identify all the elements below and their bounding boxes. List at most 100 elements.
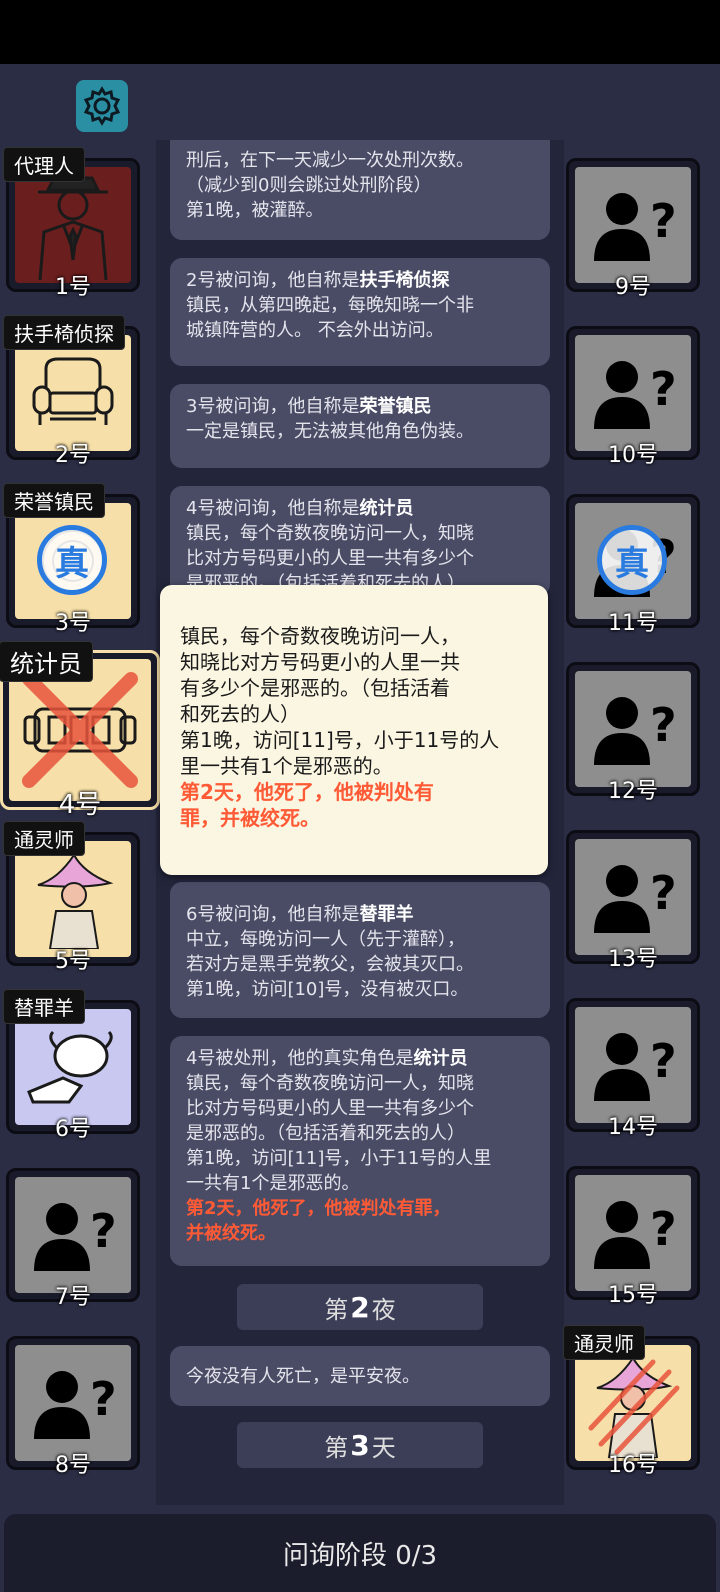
- popup-text: 里一共有1个是邪恶的。: [180, 754, 393, 778]
- svg-text:?: ?: [650, 362, 677, 416]
- log-entry: 6号被问询，他自称是替罪羊 中立，每晚访问一人（先于灌醉）， 若对方是黑手党教父…: [170, 882, 550, 1018]
- status-bar: [0, 0, 720, 64]
- player-card-1[interactable]: 代理人 1号: [3, 147, 140, 300]
- phase-label-text: 第: [324, 1295, 349, 1324]
- log-text: 若对方是黑手党教父，会被其灭口。: [186, 954, 474, 975]
- role-tag: 代理人: [3, 147, 85, 182]
- log-text: 镇民，从第四晚起，每晚知晓一个非: [186, 295, 474, 316]
- role-tag: 扶手椅侦探: [3, 315, 125, 350]
- log-text: 比对方号码更小的人里一共有多少个: [186, 548, 474, 569]
- player-card-9[interactable]: ? 9号: [566, 158, 700, 300]
- log-role: 扶手椅侦探: [359, 270, 450, 291]
- unknown-person-icon: ?: [575, 167, 691, 283]
- svg-text:?: ?: [650, 1034, 677, 1088]
- player-card-13[interactable]: ? 13号: [566, 830, 700, 972]
- player-number: 1号: [55, 275, 91, 300]
- log-text: 6号被问询，他自称是: [186, 904, 360, 925]
- phase-label-text: 夜: [371, 1295, 396, 1324]
- unknown-person-icon: ?: [575, 335, 691, 451]
- true-badge: 真: [597, 525, 667, 595]
- armchair-icon: [15, 335, 131, 451]
- log-text: 第1晚，访问[11]号，小于11号的人里: [186, 1148, 492, 1169]
- role-tag: 通灵师: [3, 821, 85, 856]
- log-text: 第1晚，访问[10]号，没有被灭口。: [186, 979, 469, 1000]
- svg-text:?: ?: [90, 1372, 117, 1426]
- true-badge: 真: [37, 525, 107, 595]
- log-death-text: 并被绞死。: [186, 1223, 276, 1244]
- log-entry: 4号被处刑，他的真实角色是统计员 镇民，每个奇数夜晚访问一人，知晓 比对方号码更…: [170, 1036, 550, 1266]
- player-card-6[interactable]: 替罪羊 6号: [3, 989, 140, 1142]
- player-card-4[interactable]: 统计员 4号: [0, 641, 160, 820]
- player-card-14[interactable]: ? 14号: [566, 998, 700, 1140]
- log-role: 统计员: [413, 1048, 468, 1069]
- log-role: 统计员: [359, 498, 414, 519]
- role-tag: 统计员: [0, 641, 93, 682]
- log-role: 替罪羊: [359, 904, 414, 925]
- unknown-person-icon: ?: [575, 1007, 691, 1123]
- log-entry: 刑后，在下一天减少一次处刑次数。 （减少到0则会跳过处刑阶段） 第1晚，被灌醉。: [170, 140, 550, 240]
- day-header: 第3天: [237, 1422, 483, 1468]
- svg-text:?: ?: [650, 866, 677, 920]
- role-tag: 通灵师: [563, 1325, 645, 1360]
- medium-icon: [15, 841, 131, 957]
- player-number: 12号: [608, 779, 658, 804]
- player-number: 9号: [615, 275, 651, 300]
- log-entry: 今夜没有人死亡，是平安夜。: [170, 1346, 550, 1406]
- true-badge-text: 真: [615, 543, 649, 584]
- night-header: 第2夜: [237, 1284, 483, 1330]
- player-number: 8号: [55, 1453, 91, 1478]
- log-text: 第1晚，被灌醉。: [186, 200, 324, 221]
- player-card-8[interactable]: ? 8号: [6, 1336, 140, 1478]
- player-number: 10号: [608, 443, 658, 468]
- unknown-person-icon: ?: [575, 839, 691, 955]
- player-card-16[interactable]: 通灵师 16号: [563, 1325, 700, 1478]
- player-card-12[interactable]: ? 12号: [566, 662, 700, 804]
- svg-text:?: ?: [650, 698, 677, 752]
- medium-icon: [575, 1345, 691, 1461]
- settings-button[interactable]: [76, 80, 128, 132]
- player-card-2[interactable]: 扶手椅侦探 2号: [3, 315, 140, 468]
- log-entry: 2号被问询，他自称是扶手椅侦探 镇民，从第四晚起，每晚知晓一个非 城镇阵营的人。…: [170, 258, 550, 366]
- popup-text: 第1晚，访问[11]号，小于11号的人: [180, 728, 500, 752]
- unknown-person-icon: ?: [575, 1175, 691, 1291]
- log-text: 是邪恶的。（包括活着和死去的人）: [186, 1123, 465, 1144]
- player-number: 4号: [58, 790, 102, 820]
- popup-death-text: 罪，并被绞死。: [180, 806, 320, 830]
- log-text: （减少到0则会跳过处刑阶段）: [186, 175, 432, 196]
- player-number: 13号: [608, 947, 658, 972]
- role-description-popup[interactable]: 镇民，每个奇数夜晚访问一人， 知晓比对方号码更小的人里一共 有多少个是邪恶的。（…: [160, 585, 548, 875]
- player-card-10[interactable]: ? 10号: [566, 326, 700, 468]
- log-text: 城镇阵营的人。 不会外出访问。: [186, 320, 444, 341]
- svg-text:?: ?: [650, 194, 677, 248]
- phase-label-text: 天: [371, 1433, 396, 1462]
- player-number: 3号: [55, 611, 91, 636]
- player-number: 7号: [55, 1285, 91, 1310]
- log-text: 镇民，每个奇数夜晚访问一人，知晓: [186, 523, 474, 544]
- player-card-11[interactable]: ? 真 11号: [566, 494, 700, 636]
- log-text: 4号被问询，他自称是: [186, 498, 360, 519]
- player-card-3[interactable]: 真 荣誉镇民 3号: [3, 483, 140, 636]
- popup-text: 有多少个是邪恶的。（包括活着: [180, 676, 450, 700]
- popup-text: 镇民，每个奇数夜晚访问一人，: [180, 624, 460, 648]
- player-number: 11号: [608, 611, 658, 636]
- phase-status: 问询阶段 0/3: [282, 1540, 438, 1571]
- unknown-person-icon: ?: [575, 671, 691, 787]
- phase-bar[interactable]: 问询阶段 0/3: [4, 1514, 716, 1592]
- svg-text:?: ?: [650, 1202, 677, 1256]
- role-tag: 替罪羊: [3, 989, 85, 1024]
- player-card-7[interactable]: ? 7号: [6, 1168, 140, 1310]
- role-tag: 荣誉镇民: [3, 483, 105, 518]
- log-text: 比对方号码更小的人里一共有多少个: [186, 1098, 474, 1119]
- phase-label-text: 第: [324, 1433, 349, 1462]
- phase-number: 3: [350, 1428, 370, 1462]
- log-text: 一共有1个是邪恶的。: [186, 1173, 360, 1194]
- log-text: 中立，每晚访问一人（先于灌醉），: [186, 929, 465, 950]
- player-card-15[interactable]: ? 15号: [566, 1166, 700, 1308]
- gear-icon: [83, 86, 121, 126]
- log-text: 镇民，每个奇数夜晚访问一人，知晓: [186, 1073, 474, 1094]
- popup-text: 知晓比对方号码更小的人里一共: [180, 650, 460, 674]
- unknown-person-icon: ?: [15, 1177, 131, 1293]
- log-text: 2号被问询，他自称是: [186, 270, 360, 291]
- player-card-5[interactable]: 通灵师 5号: [3, 821, 140, 974]
- log-text: 刑后，在下一天减少一次处刑次数。: [186, 150, 474, 171]
